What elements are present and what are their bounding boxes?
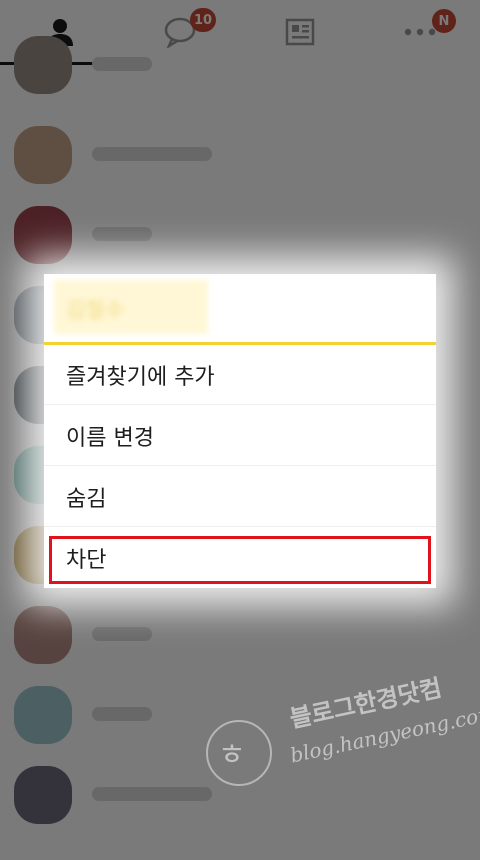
- menu-item-label: 이름 변경: [66, 425, 154, 451]
- dialog-title: 김철수: [66, 298, 124, 322]
- menu-item-rename[interactable]: 이름 변경: [44, 406, 436, 466]
- watermark: ㅎ 블로그한경닷컴 blog.hangyeong.com: [200, 674, 480, 800]
- block-highlight-box: [49, 536, 431, 584]
- menu-item-add-favorite[interactable]: 즐겨찾기에 추가: [44, 345, 436, 405]
- menu-item-label: 즐겨찾기에 추가: [66, 364, 215, 390]
- dialog-header: 김철수: [44, 274, 436, 345]
- watermark-seal-glyph-icon: ㅎ: [218, 738, 246, 773]
- friends-screen: 10 N: [0, 0, 480, 860]
- menu-item-hide[interactable]: 숨김: [44, 467, 436, 527]
- menu-item-label: 숨김: [66, 486, 107, 512]
